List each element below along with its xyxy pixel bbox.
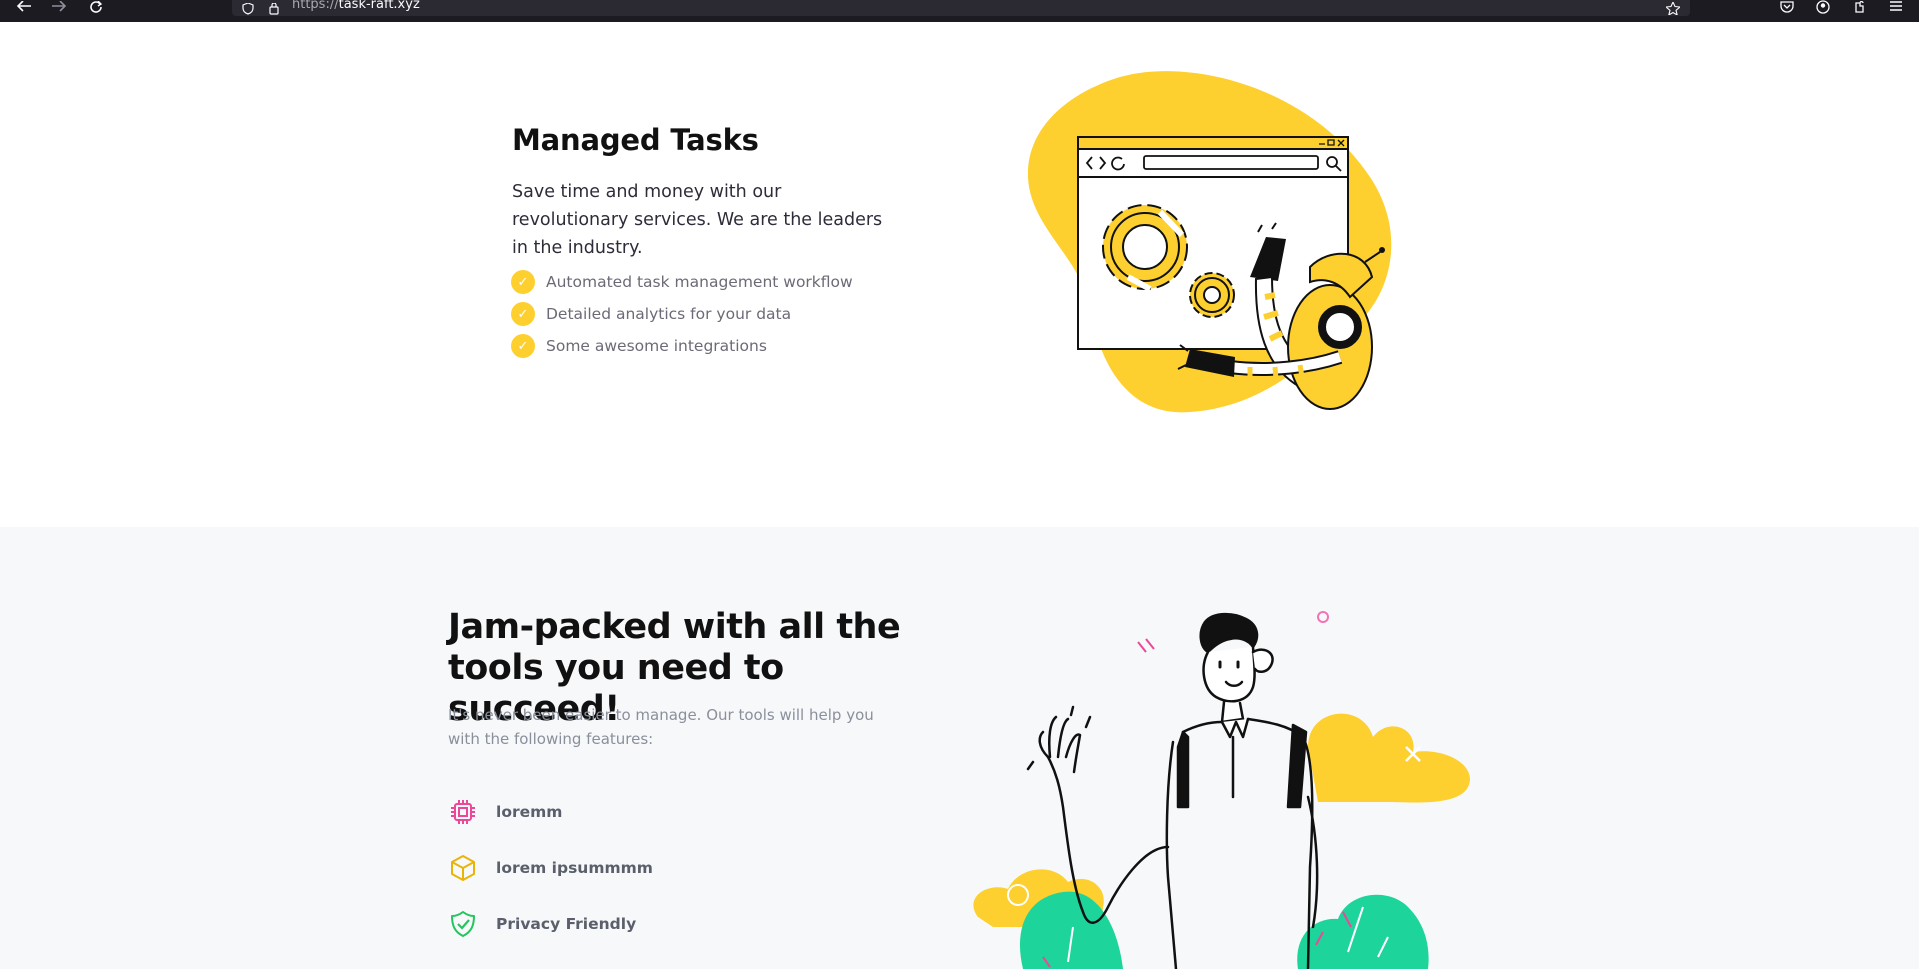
check-icon: ✓ [511, 270, 535, 294]
check-icon: ✓ [511, 302, 535, 326]
tools-section: Jam-packed with all the tools you need t… [0, 527, 1919, 969]
account-icon[interactable] [1813, 0, 1833, 14]
forward-arrow-icon[interactable] [49, 0, 69, 14]
cube-icon [448, 853, 478, 883]
managed-tasks-title: Managed Tasks [512, 123, 759, 157]
reload-icon[interactable] [86, 0, 106, 14]
yellow-cloud-right [1308, 713, 1470, 803]
small-gear-drawing [1189, 272, 1235, 318]
lock-icon[interactable] [268, 0, 280, 19]
checklist-label: Automated task management workflow [546, 273, 853, 291]
url-protocol: https:// [292, 0, 339, 12]
address-bar[interactable]: https://task-raft.xyz [232, 0, 1690, 19]
tools-description: It's never been easier to manage. Our to… [448, 706, 874, 748]
pocket-icon[interactable] [1777, 0, 1797, 14]
list-item: ✓ Automated task management workflow [511, 266, 853, 298]
list-item: Privacy Friendly [448, 896, 653, 952]
tracking-shield-icon[interactable] [242, 0, 254, 19]
check-icon: ✓ [511, 334, 535, 358]
url-text[interactable]: https://task-raft.xyz [292, 0, 420, 12]
list-item: ✓ Detailed analytics for your data [511, 298, 853, 330]
feature-list: loremm lorem ipsummmm Privacy Friendly [448, 784, 653, 952]
managed-tasks-description: Save time and money with our revolutiona… [512, 182, 883, 258]
list-item: loremm [448, 784, 653, 840]
list-item: lorem ipsummmm [448, 840, 653, 896]
checklist-label: Some awesome integrations [546, 337, 767, 355]
shield-check-icon [448, 909, 478, 939]
feature-label: lorem ipsummmm [496, 859, 653, 877]
back-arrow-icon[interactable] [14, 0, 34, 14]
managed-tasks-section: Managed Tasks Save time and money with o… [0, 22, 1919, 527]
large-gear-drawing [1102, 204, 1188, 292]
bookmark-star-icon[interactable] [1664, 0, 1682, 19]
waving-man-illustration [973, 611, 1470, 969]
feature-checklist: ✓ Automated task management workflow ✓ D… [511, 266, 853, 362]
cpu-chip-icon [448, 797, 478, 827]
robot-browser-illustration [1027, 71, 1392, 413]
extensions-icon[interactable] [1850, 0, 1870, 14]
checklist-label: Detailed analytics for your data [546, 305, 792, 323]
feature-label: loremm [496, 803, 563, 821]
menu-icon[interactable] [1886, 0, 1906, 14]
list-item: ✓ Some awesome integrations [511, 330, 853, 362]
browser-toolbar: https://task-raft.xyz [0, 0, 1919, 22]
feature-label: Privacy Friendly [496, 915, 637, 933]
url-host: task-raft.xyz [338, 0, 420, 12]
